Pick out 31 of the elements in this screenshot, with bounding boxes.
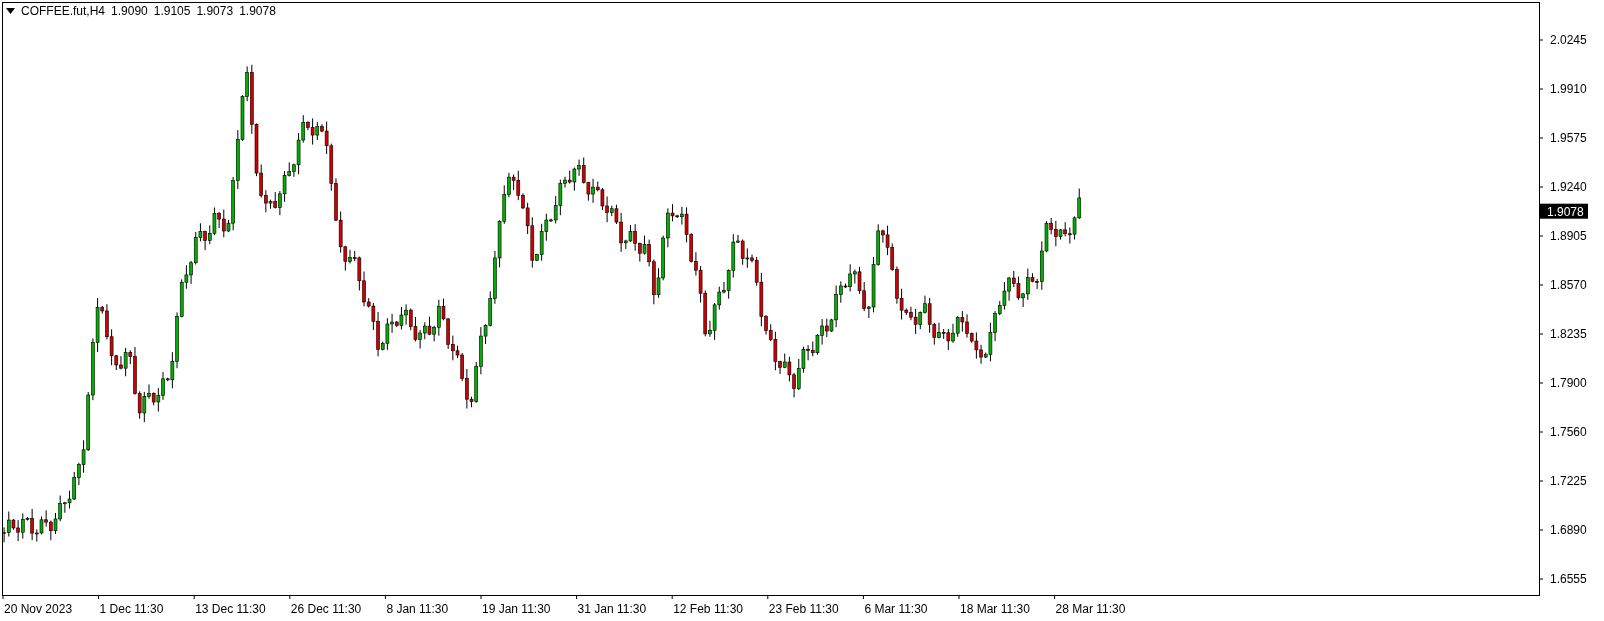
ohlc-value: 1.9105: [153, 4, 191, 18]
dropdown-triangle-icon[interactable]: [6, 8, 15, 14]
price-label: 1.6555: [1550, 572, 1587, 586]
time-label: 26 Dec 11:30: [290, 602, 362, 616]
price-label: 1.8905: [1550, 229, 1587, 243]
price-label: 1.6890: [1550, 523, 1587, 537]
time-label: 19 Jan 11:30: [482, 602, 551, 616]
time-label: 23 Feb 11:30: [768, 602, 839, 616]
price-label: 1.9240: [1550, 180, 1587, 194]
time-label: 31 Jan 11:30: [577, 602, 647, 616]
time-label: 6 Mar 11:30: [864, 602, 928, 616]
time-label: 20 Nov 2023: [4, 602, 73, 616]
chart-symbol: COFFEE.fut,H4: [21, 4, 106, 18]
price-label: 1.8570: [1550, 278, 1587, 292]
price-label: 1.7900: [1550, 376, 1587, 390]
ohlc-value: 1.9078: [239, 4, 276, 18]
price-label: 1.9910: [1550, 82, 1587, 96]
price-label: 1.7225: [1550, 474, 1587, 488]
current-price-tag: 1.9078: [1540, 203, 1588, 219]
time-label: 18 Mar 11:30: [960, 602, 1030, 616]
time-label: 1 Dec 11:30: [99, 602, 164, 616]
time-label: 28 Mar 11:30: [1055, 602, 1126, 616]
ohlc-value: 1.9090: [111, 4, 148, 18]
price-label: 2.0245: [1550, 33, 1587, 47]
time-label: 8 Jan 11:30: [386, 602, 449, 616]
time-label: 13 Dec 11:30: [195, 602, 266, 616]
time-label: 12 Feb 11:30: [673, 602, 744, 616]
price-label: 1.9575: [1550, 131, 1587, 145]
price-label: 1.7560: [1550, 425, 1587, 439]
ohlc-value: 1.9073: [196, 4, 234, 18]
price-label: 1.8235: [1550, 327, 1587, 341]
